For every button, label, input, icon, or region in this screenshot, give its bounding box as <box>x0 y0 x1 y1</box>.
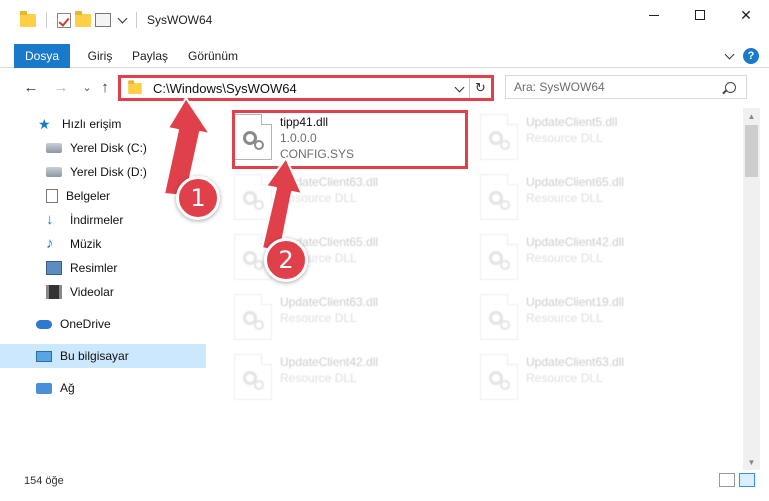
step-two-marker: 2 <box>264 238 308 282</box>
callout-arrows <box>163 97 303 253</box>
step-one-marker: 1 <box>176 176 220 220</box>
